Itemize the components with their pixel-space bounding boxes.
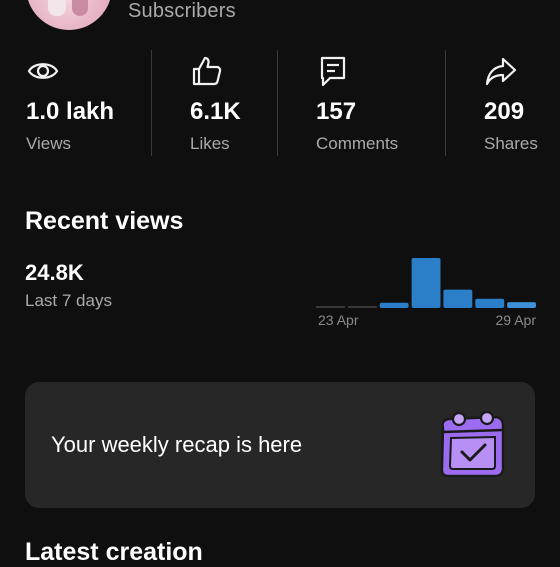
avatar-figure [72, 0, 88, 16]
recent-views-title: Recent views [25, 207, 184, 235]
views-value: 1.0 lakh [26, 98, 115, 125]
x-tick-end: 29 Apr [495, 312, 536, 328]
thumbs-up-icon [192, 56, 222, 86]
recent-views-period: Last 7 days [25, 291, 112, 310]
chart-bar-23-apr [316, 306, 345, 308]
weekly-recap-card[interactable]: Your weekly recap is here [25, 382, 535, 508]
chart-bar-27-apr [443, 289, 473, 308]
shares-label: Shares [484, 134, 538, 153]
shares-value: 209 [484, 98, 525, 125]
views-label: Views [26, 134, 72, 153]
stats-row: 1.0 lakh Views 6.1K Likes 157 Comments 2… [0, 48, 560, 156]
chart-bar-25-apr [379, 302, 409, 308]
comment-icon [320, 56, 346, 87]
bar-chart [316, 258, 536, 308]
recent-views-total: 24.8K [25, 260, 84, 285]
share-icon [485, 57, 517, 86]
likes-label: Likes [190, 134, 230, 153]
chart-bar-24-apr [347, 306, 377, 308]
divider [151, 50, 152, 156]
calendar-check-icon [440, 410, 505, 478]
chart-bar-26-apr [411, 258, 441, 308]
avatar-figure [48, 0, 66, 16]
eye-icon [27, 63, 59, 79]
subscribers-label: Subscribers [128, 0, 236, 22]
recent-views-chart[interactable]: 23 Apr 29 Apr [316, 248, 536, 330]
x-tick-start: 23 Apr [318, 312, 359, 328]
channel-avatar[interactable] [26, 0, 112, 30]
comments-value: 157 [316, 98, 357, 125]
latest-creation-title: Latest creation [25, 538, 203, 566]
chart-bar-28-apr [475, 298, 505, 308]
comments-label: Comments [316, 134, 399, 153]
weekly-recap-text: Your weekly recap is here [51, 432, 303, 457]
divider [277, 50, 278, 156]
likes-value: 6.1K [190, 98, 241, 125]
chart-bar-29-apr [507, 302, 536, 308]
divider [445, 50, 446, 156]
